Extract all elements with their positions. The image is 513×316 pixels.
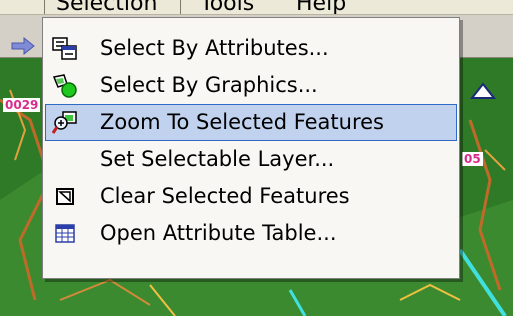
selection-menu: Select By Attributes... Select By Graphi… (42, 17, 460, 279)
select-by-graphics-icon (52, 74, 77, 98)
menu-item-open-attribute-table[interactable]: Open Attribute Table... (45, 215, 457, 252)
menubar-item-tools[interactable]: Tools (200, 0, 254, 14)
triangle-marker-icon (470, 82, 496, 99)
menubar-separator (44, 0, 45, 14)
forward-arrow-icon[interactable] (10, 37, 36, 55)
attribute-table-icon (55, 224, 75, 243)
menu-item-zoom-to-selected-features[interactable]: Zoom To Selected Features (45, 104, 457, 141)
menu-item-label: Select By Graphics... (100, 73, 318, 97)
menu-item-label: Open Attribute Table... (100, 221, 337, 245)
menu-item-label: Select By Attributes... (100, 36, 329, 60)
menubar-item-help[interactable]: Help (296, 0, 346, 14)
map-label: 0029 (3, 98, 41, 112)
clear-selected-icon (56, 188, 74, 205)
menu-item-label: Set Selectable Layer... (100, 147, 335, 171)
menubar-item-selection[interactable]: Selection (56, 0, 157, 14)
zoom-to-selected-icon (52, 111, 77, 134)
menubar-separator (180, 0, 181, 14)
menu-item-label: Zoom To Selected Features (100, 110, 385, 134)
menu-item-label: Clear Selected Features (100, 184, 350, 208)
map-label: 05 (462, 152, 483, 166)
menu-item-select-by-attributes[interactable]: Select By Attributes... (45, 30, 457, 67)
menu-bar: Selection Tools Help (0, 0, 513, 15)
menu-item-select-by-graphics[interactable]: Select By Graphics... (45, 67, 457, 104)
select-by-attributes-icon (52, 37, 77, 60)
menu-item-set-selectable-layer[interactable]: Set Selectable Layer... (45, 141, 457, 178)
menu-item-clear-selected-features[interactable]: Clear Selected Features (45, 178, 457, 215)
